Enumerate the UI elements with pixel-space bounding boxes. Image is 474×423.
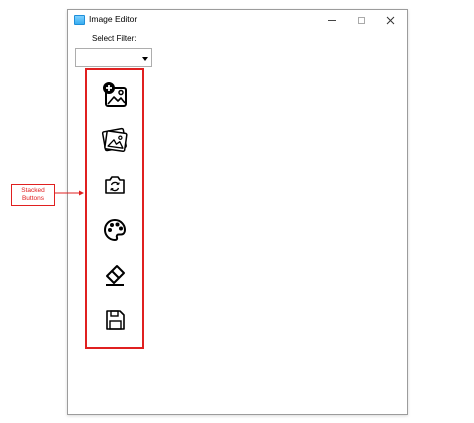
annotation-arrow-icon (55, 190, 84, 196)
maximize-icon (357, 16, 365, 24)
close-icon (386, 16, 394, 24)
add-image-icon (103, 82, 127, 107)
stacked-buttons-panel (85, 68, 144, 349)
app-icon (74, 15, 85, 25)
eraser-button[interactable] (99, 258, 131, 292)
title-bar: Image Editor (68, 10, 407, 32)
palette-button[interactable] (99, 213, 131, 247)
gallery-icon (101, 127, 128, 152)
maximize-button[interactable] (348, 12, 374, 28)
save-icon (106, 310, 125, 330)
eraser-icon (106, 265, 125, 286)
save-button[interactable] (99, 303, 131, 337)
palette-icon (103, 218, 127, 242)
chevron-down-icon (142, 57, 148, 61)
gallery-button[interactable] (99, 123, 131, 157)
add-image-button[interactable] (99, 78, 131, 112)
minimize-icon (328, 19, 336, 21)
rotate-image-icon (105, 176, 125, 194)
window-title: Image Editor (89, 14, 138, 24)
stage: Image Editor Select Filter: Stacked Butt… (0, 0, 474, 423)
minimize-button[interactable] (319, 12, 345, 28)
filter-dropdown[interactable] (75, 48, 152, 67)
filter-label: Select Filter: (92, 34, 137, 43)
app-window: Image Editor Select Filter: (67, 9, 408, 415)
close-button[interactable] (377, 12, 403, 28)
rotate-image-button[interactable] (99, 168, 131, 202)
annotation-text: Stacked Buttons (21, 187, 45, 202)
annotation-callout: Stacked Buttons (11, 184, 55, 206)
